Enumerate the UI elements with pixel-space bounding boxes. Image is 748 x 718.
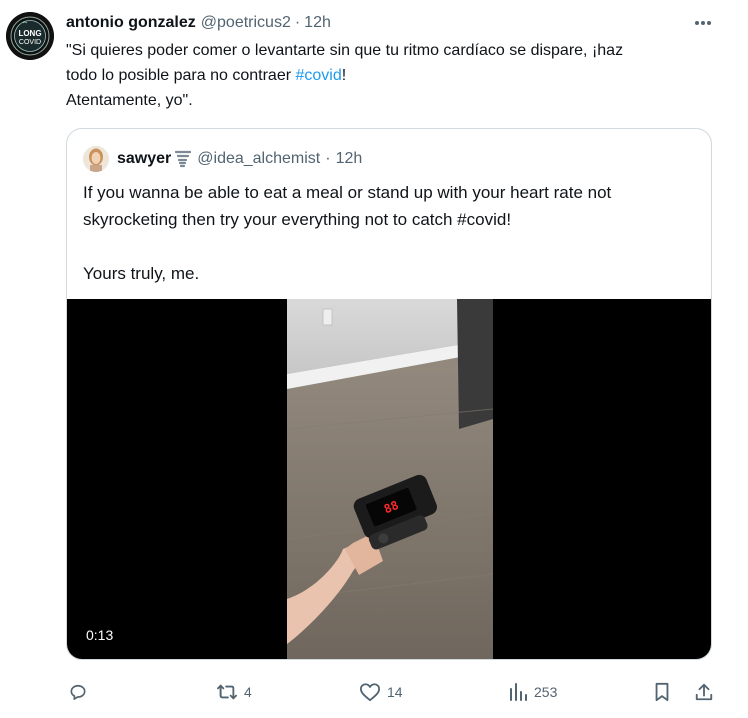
quoted-tweet-header: sawyer @idea_alchemist · 12h xyxy=(83,145,362,173)
views-button[interactable]: 253 xyxy=(508,678,557,706)
tweet-text-segment: todo lo posible para no contraer xyxy=(66,67,296,84)
hashtag-link[interactable]: #covid xyxy=(295,67,341,84)
author-name[interactable]: antonio gonzalez xyxy=(66,14,196,32)
bookmark-button[interactable] xyxy=(653,678,671,706)
separator-dot: · xyxy=(325,150,331,167)
tweet-text-line: Atentamente, yo". xyxy=(66,92,193,109)
bookmark-icon xyxy=(655,682,669,702)
retweet-icon xyxy=(217,684,237,700)
long-covid-logo-icon: LONG COVID xyxy=(6,12,54,60)
tweet-timestamp[interactable]: 12h xyxy=(304,14,331,32)
reply-icon xyxy=(70,684,86,700)
tweet-header: antonio gonzalez @poetricus2 · 12h xyxy=(66,12,331,34)
tweet-text-line: todo lo posible para no contraer #covid! xyxy=(66,63,726,88)
views-icon xyxy=(510,683,527,701)
quoted-author-avatar[interactable] xyxy=(83,146,109,172)
author-avatar[interactable]: LONG COVID xyxy=(6,12,54,60)
quoted-tweet-timestamp[interactable]: 12h xyxy=(336,150,363,168)
quoted-text-line: If you wanna be able to eat a meal or st… xyxy=(83,183,612,202)
action-bar: 4 14 253 xyxy=(0,678,748,706)
retweet-button[interactable]: 4 xyxy=(216,678,252,706)
tweet-text-line: "Si quieres poder comer o levantarte sin… xyxy=(66,42,624,59)
quoted-author-handle[interactable]: @idea_alchemist xyxy=(197,150,320,168)
separator-dot: · xyxy=(294,14,301,31)
share-button[interactable] xyxy=(694,678,714,706)
tornado-icon xyxy=(175,150,192,168)
quoted-avatar-image xyxy=(83,146,109,172)
share-icon xyxy=(695,683,713,701)
quoted-tweet-text: If you wanna be able to eat a meal or st… xyxy=(83,179,697,287)
views-count: 253 xyxy=(534,684,558,700)
avatar-logo-text-top: LONG xyxy=(18,29,41,38)
more-horizontal-icon xyxy=(695,21,711,25)
avatar-logo-text-bottom: COVID xyxy=(19,39,41,46)
reply-button[interactable] xyxy=(68,678,88,706)
quoted-tweet[interactable]: sawyer @idea_alchemist · 12h If you wann… xyxy=(66,128,712,660)
quoted-text-line: Yours truly, me. xyxy=(83,264,200,283)
heart-icon xyxy=(359,683,380,702)
quoted-text-spacer xyxy=(83,233,697,260)
video-player[interactable]: 88 0:13 xyxy=(67,299,711,659)
quoted-text-line: skyrocketing then try your everything no… xyxy=(83,210,512,229)
tweet-text-segment: ! xyxy=(341,67,347,84)
more-options-button[interactable] xyxy=(692,14,714,32)
like-button[interactable]: 14 xyxy=(359,678,403,706)
video-frame-image: 88 xyxy=(287,299,493,659)
quoted-author-name[interactable]: sawyer xyxy=(117,150,171,168)
author-handle[interactable]: @poetricus2 xyxy=(201,14,291,32)
like-count: 14 xyxy=(387,684,403,700)
tweet-text: "Si quieres poder comer o levantarte sin… xyxy=(66,38,726,113)
video-duration: 0:13 xyxy=(81,625,119,645)
retweet-count: 4 xyxy=(244,684,252,700)
tweet[interactable]: LONG COVID antonio gonzalez @poetricus2 … xyxy=(0,0,748,718)
